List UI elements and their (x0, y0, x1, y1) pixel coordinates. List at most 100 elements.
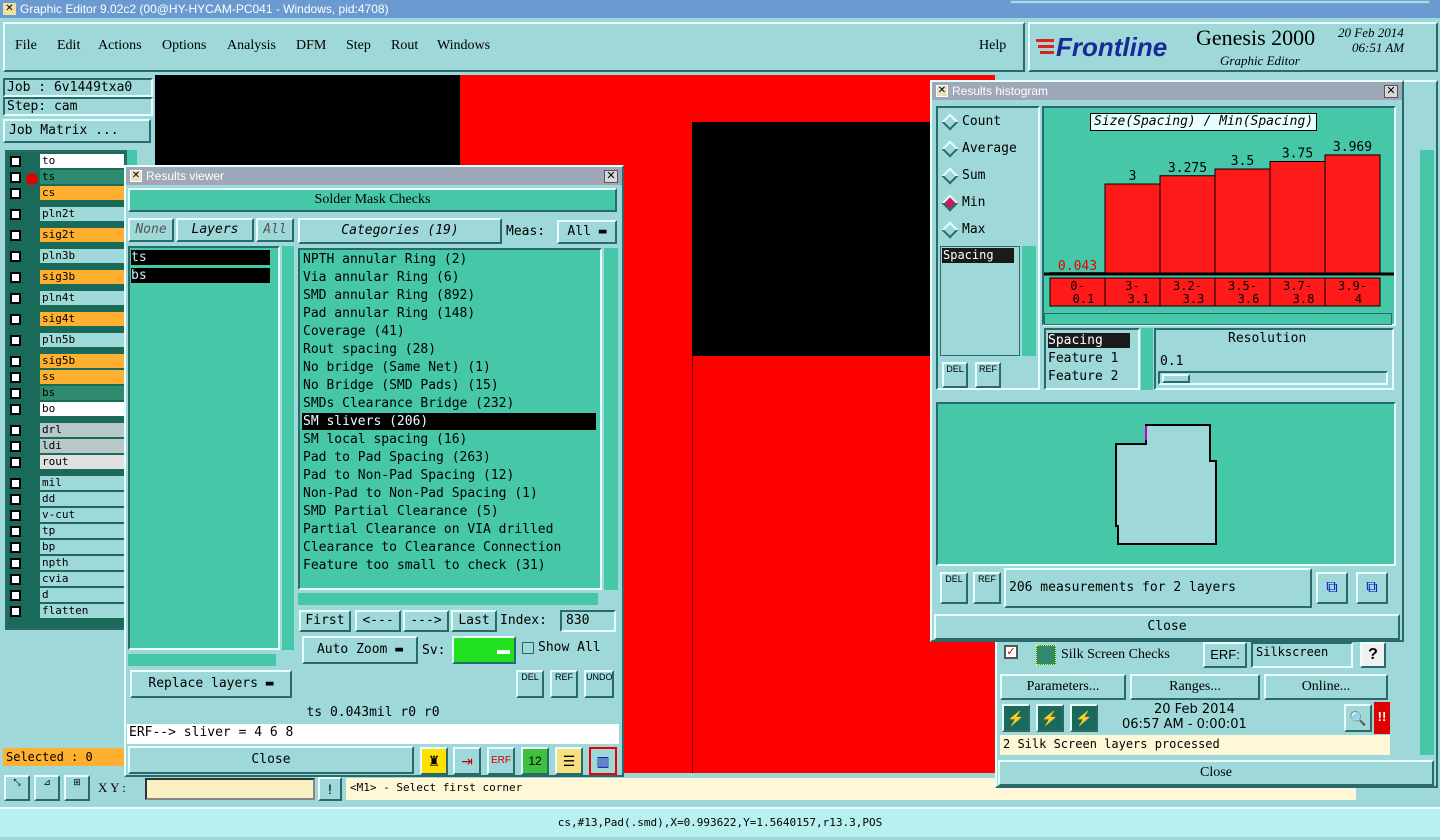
erf-button[interactable]: ERF: (1203, 642, 1247, 668)
histogram-option-average[interactable]: Average (962, 141, 1017, 156)
layer-row-pln3b[interactable]: pln3b (8, 249, 124, 264)
result-layers-hscroll[interactable] (128, 654, 276, 666)
layer-row-npth[interactable]: npth (8, 556, 124, 571)
resolution-slider-handle[interactable] (1162, 374, 1190, 383)
menu-actions[interactable]: Actions (98, 38, 142, 54)
layer-row-d[interactable]: d (8, 588, 124, 603)
page-icon[interactable]: 12 (521, 747, 549, 775)
next-button[interactable]: ---> (403, 610, 449, 632)
layer-row-ldi[interactable]: ldi (8, 439, 124, 454)
histogram-list-item[interactable]: Spacing (942, 248, 1014, 263)
layer-row-sig5b[interactable]: sig5b (8, 354, 124, 369)
category-item[interactable]: No Bridge (SMD Pads) (15) (302, 377, 596, 394)
layer-row-cs[interactable]: cs (8, 186, 124, 201)
menu-help[interactable]: Help (979, 38, 1006, 54)
layer-checkbox[interactable] (10, 606, 21, 617)
layer-checkbox[interactable] (10, 404, 21, 415)
histogram-bar[interactable] (1104, 183, 1161, 275)
viewer-close-button[interactable]: Close (128, 746, 414, 774)
category-item[interactable]: Coverage (41) (302, 323, 596, 340)
last-button[interactable]: Last (451, 610, 497, 632)
layer-checkbox[interactable] (10, 335, 21, 346)
menu-options[interactable]: Options (162, 38, 206, 54)
layers-all-button[interactable]: All (256, 218, 294, 242)
layer-checkbox[interactable] (10, 457, 21, 468)
layers-none-button[interactable]: None (128, 218, 174, 242)
categories-button[interactable]: Categories (19) (298, 218, 502, 244)
category-item[interactable]: Pad to Non-Pad Spacing (12) (302, 467, 596, 484)
histogram-close-button[interactable]: Close (934, 614, 1400, 640)
result-layer-bs[interactable]: bs (131, 268, 270, 283)
layer-checkbox[interactable] (10, 188, 21, 199)
run-selected-icon[interactable]: ⚡ (1070, 704, 1098, 732)
xy-input[interactable] (145, 778, 315, 800)
category-item[interactable]: SM slivers (206) (302, 413, 596, 430)
histogram-close-icon[interactable]: ✕ (1384, 85, 1398, 98)
online-button[interactable]: Online... (1264, 674, 1388, 700)
histogram-list-scrollbar[interactable] (1022, 246, 1036, 356)
category-item[interactable]: SM local spacing (16) (302, 431, 596, 448)
layer-checkbox[interactable] (10, 425, 21, 436)
export-results-icon[interactable]: ⇥ (453, 747, 481, 775)
silk-check-mark-icon[interactable]: ✓ (1004, 645, 1018, 659)
meas-dropdown[interactable]: All ▬ (557, 220, 617, 244)
job-matrix-button[interactable]: Job Matrix ... (3, 119, 151, 143)
prev-button[interactable]: <--- (355, 610, 401, 632)
import-icon[interactable]: ⧉ (1356, 572, 1388, 604)
layer-row-bo[interactable]: bo (8, 402, 124, 417)
histogram-bar[interactable] (1269, 161, 1326, 275)
layer-row-pln4t[interactable]: pln4t (8, 291, 124, 306)
layer-row-bp[interactable]: bp (8, 540, 124, 555)
viewer-ref-icon[interactable]: REF (550, 670, 578, 698)
category-item[interactable]: NPTH annular Ring (2) (302, 251, 596, 268)
results-viewer-close-icon[interactable]: ✕ (604, 170, 618, 183)
layer-row-pln5b[interactable]: pln5b (8, 333, 124, 348)
zoom-in-icon[interactable]: 🔍 (1344, 704, 1372, 732)
measure-icon[interactable]: ⊿ (34, 775, 60, 801)
silk-screen-scrollbar[interactable] (1420, 150, 1434, 755)
categories-scrollbar[interactable] (604, 248, 618, 590)
layer-checkbox[interactable] (10, 558, 21, 569)
layer-row-drl[interactable]: drl (8, 423, 124, 438)
category-item[interactable]: SMDs Clearance Bridge (232) (302, 395, 596, 412)
layer-checkbox[interactable] (10, 314, 21, 325)
index-input[interactable]: 830 (560, 610, 616, 632)
layer-checkbox[interactable] (10, 209, 21, 220)
layer-checkbox[interactable] (10, 510, 21, 521)
bookmark-icon[interactable]: ♜ (420, 747, 448, 775)
layer-row-flatten[interactable]: flatten (8, 604, 124, 619)
histogram-bar[interactable] (1324, 154, 1381, 275)
layer-checkbox[interactable] (10, 230, 21, 241)
category-item[interactable]: Feature too small to check (31) (302, 557, 596, 574)
run-all-icon[interactable]: ⚡ (1036, 704, 1064, 732)
layer-row-cvia[interactable]: cvia (8, 572, 124, 587)
menu-windows[interactable]: Windows (437, 38, 490, 54)
erf-disabled-icon[interactable]: ERF (487, 747, 515, 775)
layer-checkbox[interactable] (10, 542, 21, 553)
histogram-hscroll[interactable] (1044, 313, 1392, 325)
export-icon[interactable]: ⧉ (1316, 572, 1348, 604)
preview-ref-icon[interactable]: REF (973, 572, 1001, 604)
viewer-undo-icon[interactable]: UNDO (584, 670, 614, 698)
layers-button[interactable]: Layers (176, 218, 254, 242)
menu-rout[interactable]: Rout (391, 38, 418, 54)
layer-checkbox[interactable] (10, 574, 21, 585)
layer-checkbox[interactable] (10, 356, 21, 367)
histogram-bar[interactable] (1214, 168, 1271, 275)
show-all-checkbox[interactable] (522, 642, 534, 654)
auto-zoom-dropdown[interactable]: Auto Zoom ▬ (302, 636, 418, 664)
result-layers-scrollbar[interactable] (282, 246, 294, 650)
layer-checkbox[interactable] (10, 172, 21, 183)
alert-icon[interactable]: ! (318, 777, 342, 801)
layer-checkbox[interactable] (10, 272, 21, 283)
category-item[interactable]: Pad to Pad Spacing (263) (302, 449, 596, 466)
histogram-option-count[interactable]: Count (962, 114, 1001, 129)
feature-item-2[interactable]: Feature 2 (1048, 369, 1118, 384)
snap-grid-icon[interactable]: ⊞ (64, 775, 90, 801)
histogram-option-sum[interactable]: Sum (962, 168, 985, 183)
histogram-del-icon[interactable]: DEL (942, 362, 968, 388)
menu-dfm[interactable]: DFM (296, 38, 326, 54)
layer-row-sig4t[interactable]: sig4t (8, 312, 124, 327)
category-item[interactable]: Via annular Ring (6) (302, 269, 596, 286)
menu-edit[interactable]: Edit (57, 38, 80, 54)
